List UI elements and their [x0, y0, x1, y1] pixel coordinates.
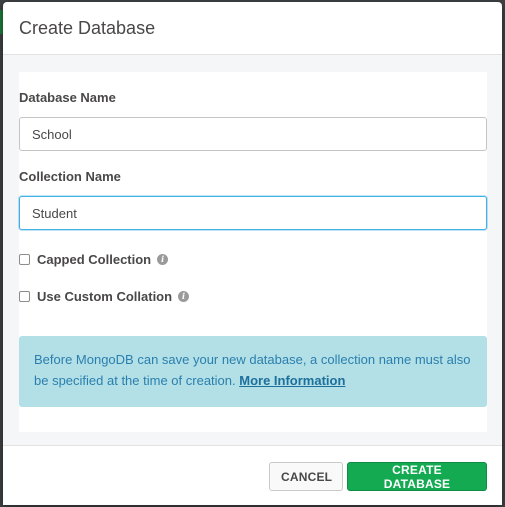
create-database-dialog: Create Database Database Name Collection…	[3, 2, 502, 505]
capped-collection-option[interactable]: Capped Collection i	[19, 251, 169, 267]
create-database-button[interactable]: CREATE DATABASE	[347, 462, 487, 491]
collection-name-input[interactable]	[19, 196, 487, 230]
more-information-link[interactable]: More Information	[239, 373, 345, 388]
database-name-input[interactable]	[19, 117, 487, 151]
collection-required-notice: Before MongoDB can save your new databas…	[19, 336, 487, 407]
capped-collection-label[interactable]: Capped Collection	[37, 252, 151, 267]
create-database-form: Database Name Collection Name Capped Col…	[19, 72, 487, 432]
collection-name-label: Collection Name	[19, 169, 121, 184]
custom-collation-checkbox[interactable]	[19, 290, 30, 302]
custom-collation-option[interactable]: Use Custom Collation i	[19, 288, 190, 304]
dialog-title: Create Database	[19, 18, 156, 38]
dialog-body: Database Name Collection Name Capped Col…	[3, 55, 502, 445]
database-name-label: Database Name	[19, 90, 116, 105]
cancel-button[interactable]: CANCEL	[269, 462, 343, 491]
info-circle-icon[interactable]: i	[157, 253, 169, 265]
dialog-header: Create Database	[3, 2, 502, 55]
dialog-footer: CANCEL CREATE DATABASE	[3, 445, 502, 505]
custom-collation-label[interactable]: Use Custom Collation	[37, 289, 172, 304]
info-circle-icon[interactable]: i	[178, 290, 190, 302]
capped-collection-checkbox[interactable]	[19, 253, 30, 265]
